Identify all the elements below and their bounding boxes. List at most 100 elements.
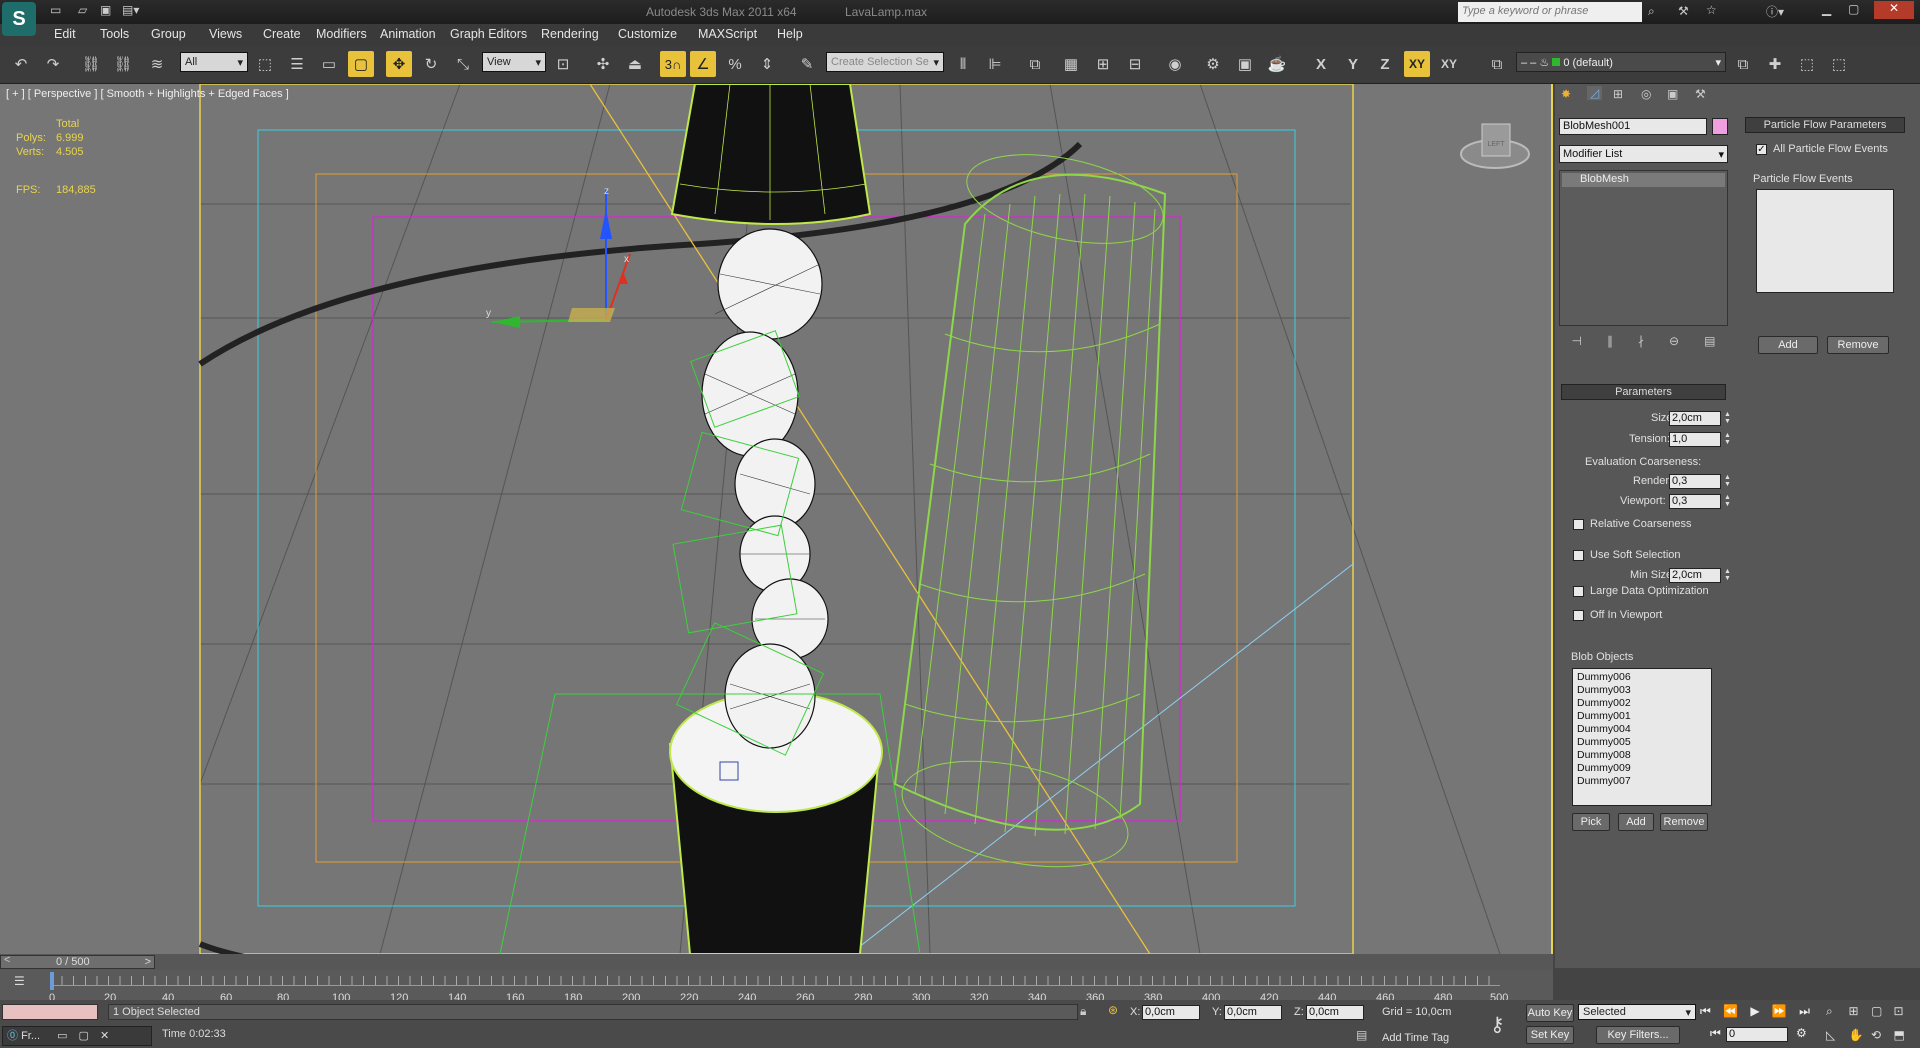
current-frame-marker[interactable] <box>50 972 54 990</box>
menu-rendering[interactable]: Rendering <box>541 27 599 41</box>
mirror-icon[interactable]: ⫴ <box>950 51 976 77</box>
list-item[interactable]: Dummy005 <box>1577 736 1707 749</box>
display-tab-icon[interactable]: ▣ <box>1667 87 1678 101</box>
min-size-spinner-arrows[interactable]: ▲ ▼ <box>1723 568 1732 583</box>
align-icon[interactable]: ⊫ <box>982 51 1008 77</box>
make-unique-icon[interactable]: ∤ <box>1638 334 1644 354</box>
zoom-extents-all-icon[interactable]: ⊡ <box>1894 1004 1917 1022</box>
rendered-frame-icon[interactable]: ▣ <box>1232 51 1258 77</box>
list-item[interactable]: Dummy004 <box>1577 723 1707 736</box>
material-editor-icon[interactable]: ◉ <box>1162 51 1188 77</box>
viewport-spinner[interactable]: 0,3 <box>1669 494 1721 509</box>
mini-curve-editor-icon[interactable]: ☰ <box>14 974 25 988</box>
axis-y-button[interactable]: Y <box>1340 51 1366 77</box>
pan-icon[interactable]: ✋ <box>1849 1028 1872 1045</box>
search-input[interactable]: Type a keyword or phrase <box>1458 2 1642 22</box>
use-soft-selection-checkbox[interactable] <box>1573 550 1584 561</box>
large-data-checkbox[interactable] <box>1573 586 1584 597</box>
pivot-center-icon[interactable]: ⊡ <box>550 51 576 77</box>
perspective-viewport[interactable]: z y x LEFT [ + ] [ Perspective ] [ Smoot… <box>0 84 1553 954</box>
snaps-toggle-icon[interactable]: 3 ∩ <box>660 51 686 77</box>
go-to-end-icon[interactable]: ⏭ <box>1799 1004 1810 1020</box>
zoom-icon[interactable]: ⌕ <box>1826 1004 1849 1022</box>
pin-stack-icon[interactable]: ⊣ <box>1572 334 1582 354</box>
previous-frame-icon[interactable]: ⏪ <box>1723 1004 1738 1020</box>
layer-manager-icon[interactable]: ⧉ <box>1022 51 1048 77</box>
menu-graph-editors[interactable]: Graph Editors <box>450 27 527 41</box>
menu-animation[interactable]: Animation <box>380 27 436 41</box>
list-item[interactable]: Dummy009 <box>1577 762 1707 775</box>
orbit-icon[interactable]: ⟲ <box>1871 1028 1894 1045</box>
axis-xy-button[interactable]: XY <box>1404 51 1430 77</box>
absolute-mode-icon[interactable]: ⊛ <box>1108 1003 1118 1017</box>
parameters-rollout-header[interactable]: Parameters <box>1561 384 1726 400</box>
set-key-button[interactable]: Set Key <box>1526 1026 1574 1044</box>
undo-icon[interactable]: ↶ <box>8 51 34 77</box>
add-time-tag[interactable]: Add Time Tag <box>1382 1032 1449 1044</box>
list-item[interactable]: Dummy006 <box>1577 671 1707 684</box>
time-tag-icon[interactable]: ▤ <box>1356 1028 1367 1042</box>
menu-group[interactable]: Group <box>151 27 186 41</box>
maxscript-listener-mini[interactable] <box>2 1004 98 1020</box>
modifier-stack-item[interactable]: BlobMesh <box>1562 173 1725 187</box>
all-particle-flow-events-checkbox[interactable]: ✓ <box>1756 144 1767 155</box>
menu-tools[interactable]: Tools <box>100 27 129 41</box>
particle-flow-events-list[interactable] <box>1756 189 1894 293</box>
object-name-field[interactable]: BlobMesh001 <box>1559 118 1707 135</box>
list-item[interactable]: Dummy001 <box>1577 710 1707 723</box>
motion-tab-icon[interactable]: ◎ <box>1641 87 1651 101</box>
save-icon[interactable]: ▣ <box>100 3 111 17</box>
modifier-list-dropdown[interactable]: Modifier List ▾ <box>1559 145 1728 163</box>
viewcube[interactable]: LEFT <box>1460 123 1530 169</box>
render-setup-icon[interactable]: ⚙ <box>1200 51 1226 77</box>
curve-editor-icon[interactable]: ⊞ <box>1090 51 1116 77</box>
pick-button[interactable]: Pick <box>1572 813 1610 831</box>
window-crossing-icon[interactable]: ▢ <box>348 51 374 77</box>
bind-space-warp-icon[interactable]: ≋ <box>144 51 170 77</box>
axis-xy-cycle-button[interactable]: XY <box>1436 51 1462 77</box>
current-frame-field[interactable]: 0 <box>1726 1027 1788 1042</box>
app-logo[interactable]: S <box>2 2 36 36</box>
particle-flow-rollout-header[interactable]: Particle Flow Parameters <box>1745 117 1905 133</box>
binoculars-icon[interactable]: ⌕ <box>1648 4 1655 19</box>
set-current-layer-icon[interactable]: ⬚ <box>1826 51 1852 77</box>
show-end-result-icon[interactable]: ∥ <box>1607 334 1613 354</box>
set-key-icon[interactable]: ⚷ <box>1490 1012 1505 1037</box>
size-spinner-arrows[interactable]: ▲ ▼ <box>1723 411 1732 426</box>
create-layer-icon[interactable]: ⧉ <box>1730 51 1756 77</box>
time-config-icon[interactable]: ⚙ <box>1796 1026 1807 1040</box>
play-icon[interactable]: ▶ <box>1750 1004 1759 1020</box>
next-frame-icon[interactable]: ⏩ <box>1772 1004 1787 1020</box>
zoom-all-icon[interactable]: ⊞ <box>1849 1004 1872 1022</box>
viewport-spinner-arrows[interactable]: ▲ ▼ <box>1723 494 1732 509</box>
maximize-viewport-icon[interactable]: ⬒ <box>1894 1028 1917 1045</box>
maximize-window-icon[interactable]: ▢ <box>79 1030 89 1042</box>
time-slider-prev[interactable]: < <box>4 954 10 966</box>
select-move-icon[interactable]: ✥ <box>386 51 412 77</box>
select-scale-icon[interactable]: ⤡ <box>450 51 476 77</box>
lock-selection-icon[interactable]: 🔒︎ <box>1080 1004 1086 1019</box>
reference-coord-dropdown[interactable]: View ▾ <box>482 52 546 72</box>
named-selection-dropdown[interactable]: Create Selection Se ▾ <box>826 52 944 72</box>
layer-icon[interactable]: ⧉ <box>1484 51 1510 77</box>
close-button[interactable]: ✕ <box>1874 1 1914 19</box>
graphite-icon[interactable]: ▦ <box>1058 51 1084 77</box>
redo-icon[interactable]: ↷ <box>40 51 66 77</box>
go-to-start-icon[interactable]: ⏮ <box>1700 1004 1711 1020</box>
minimize-button[interactable]: ▁ <box>1822 2 1831 16</box>
select-by-name-icon[interactable]: ☰ <box>284 51 310 77</box>
add-to-layer-icon[interactable]: ✚ <box>1762 51 1788 77</box>
zoom-extents-icon[interactable]: ▢ <box>1871 1004 1894 1022</box>
menu-create[interactable]: Create <box>263 27 301 41</box>
percent-snap-icon[interactable]: % <box>722 51 748 77</box>
taskbar-app-item[interactable]: ⓪ Fr... ▭ ▢ ✕ <box>2 1026 152 1046</box>
off-in-viewport-checkbox[interactable] <box>1573 610 1584 621</box>
spinner-snap-icon[interactable]: ⇕ <box>754 51 780 77</box>
modify-tab-icon[interactable]: ◿ <box>1587 86 1603 100</box>
restore-window-icon[interactable]: ▭ <box>57 1030 67 1042</box>
render-spinner[interactable]: 0,3 <box>1669 474 1721 489</box>
favorites-icon[interactable]: ☆ <box>1706 3 1717 17</box>
axis-x-button[interactable]: X <box>1308 51 1334 77</box>
key-mode-dropdown[interactable]: Selected ▾ <box>1578 1004 1696 1020</box>
track-bar[interactable]: ☰ 0 20 40 60 80 100 120 140 160 180 200 … <box>0 970 1553 1004</box>
